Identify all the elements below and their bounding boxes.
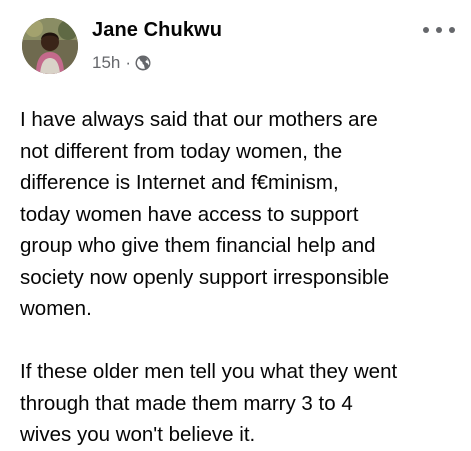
globe-icon[interactable] [135, 55, 151, 71]
post-meta: 15h · [92, 53, 151, 73]
post-text-line: If these older men tell you what they we… [20, 360, 398, 383]
post-text-line: group who give them financial help and [20, 234, 376, 257]
avatar[interactable] [22, 18, 78, 74]
author-name[interactable]: Jane Chukwu [92, 19, 222, 42]
more-options-dot [423, 27, 429, 33]
avatar-image [22, 18, 78, 74]
post-text-line: through that made them marry 3 to 4 [20, 391, 353, 415]
post-text-line: wives you won't believe it. [20, 423, 256, 446]
more-options-dot [449, 27, 455, 33]
post-body: I have always said that our mothers are … [20, 104, 466, 451]
post-text-line: society now openly support irresponsible [20, 265, 390, 289]
meta-separator: · [125, 53, 132, 72]
timestamp[interactable]: 15h [92, 53, 120, 73]
post-text-line: I have always said that our mothers are [20, 108, 378, 131]
more-options-button[interactable] [423, 22, 455, 38]
post-text-line: women. [20, 297, 92, 320]
post-text-line: difference is Internet and f€minism, [20, 171, 339, 194]
more-options-dot [436, 27, 442, 33]
post-text-line: today women have access to support [20, 202, 359, 226]
facebook-post: Jane Chukwu 15h · I have always said tha… [0, 0, 471, 446]
post-text-line: not different from today women, the [20, 139, 343, 163]
